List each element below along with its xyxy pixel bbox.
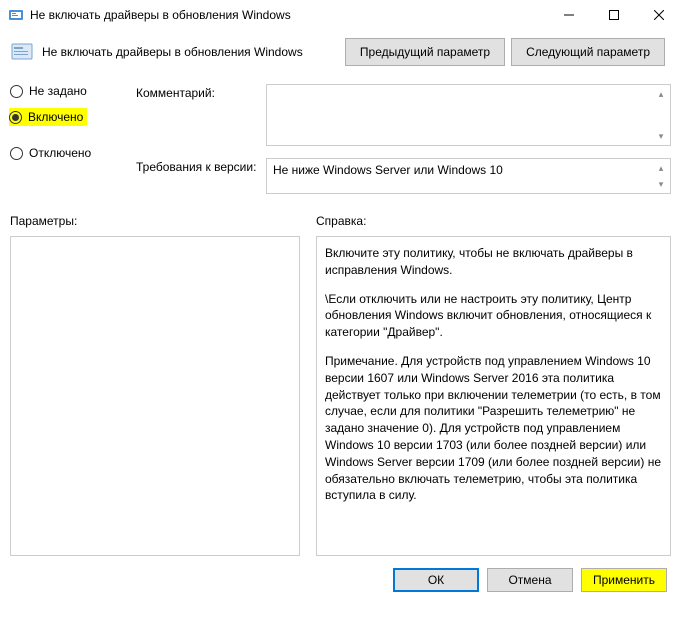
version-label: Требования к версии: [136,158,266,194]
parameters-label: Параметры: [10,214,300,228]
previous-setting-button[interactable]: Предыдущий параметр [345,38,505,66]
scroll-up-icon[interactable]: ▴ [653,160,669,176]
ok-button[interactable]: ОК [393,568,479,592]
window-title: Не включать драйверы в обновления Window… [30,8,546,22]
help-paragraph: Примечание. Для устройств под управление… [325,353,662,504]
help-label: Справка: [316,214,671,228]
parameters-panel [10,236,300,556]
radio-label: Не задано [29,84,87,98]
scroll-down-icon[interactable]: ▾ [653,176,669,192]
policy-title: Не включать драйверы в обновления Window… [42,45,345,59]
app-icon [8,7,24,23]
apply-button[interactable]: Применить [581,568,667,592]
radio-icon [10,147,23,160]
radio-not-configured[interactable]: Не задано [10,84,120,98]
radio-icon [10,85,23,98]
comment-textarea[interactable]: ▴ ▾ [266,84,671,146]
cancel-button[interactable]: Отмена [487,568,573,592]
minimize-button[interactable] [546,0,591,30]
maximize-button[interactable] [591,0,636,30]
help-paragraph: Включите эту политику, чтобы не включать… [325,245,662,279]
scroll-up-icon[interactable]: ▴ [653,86,669,102]
window-controls [546,0,681,30]
scroll-down-icon[interactable]: ▾ [653,128,669,144]
titlebar: Не включать драйверы в обновления Window… [0,0,681,30]
radio-label: Включено [28,110,83,124]
version-value: Не ниже Windows Server или Windows 10 [273,163,503,177]
close-button[interactable] [636,0,681,30]
radio-disabled[interactable]: Отключено [10,146,120,160]
radio-enabled[interactable]: Включено [9,108,87,126]
next-setting-button[interactable]: Следующий параметр [511,38,665,66]
radio-icon [9,111,22,124]
help-paragraph: \Если отключить или не настроить эту пол… [325,291,662,341]
footer: ОК Отмена Применить [0,556,681,604]
version-box: Не ниже Windows Server или Windows 10 ▴ … [266,158,671,194]
help-panel: Включите эту политику, чтобы не включать… [316,236,671,556]
comment-label: Комментарий: [136,84,266,146]
radio-label: Отключено [29,146,91,160]
subheader: Не включать драйверы в обновления Window… [0,30,681,74]
policy-icon [10,40,34,64]
